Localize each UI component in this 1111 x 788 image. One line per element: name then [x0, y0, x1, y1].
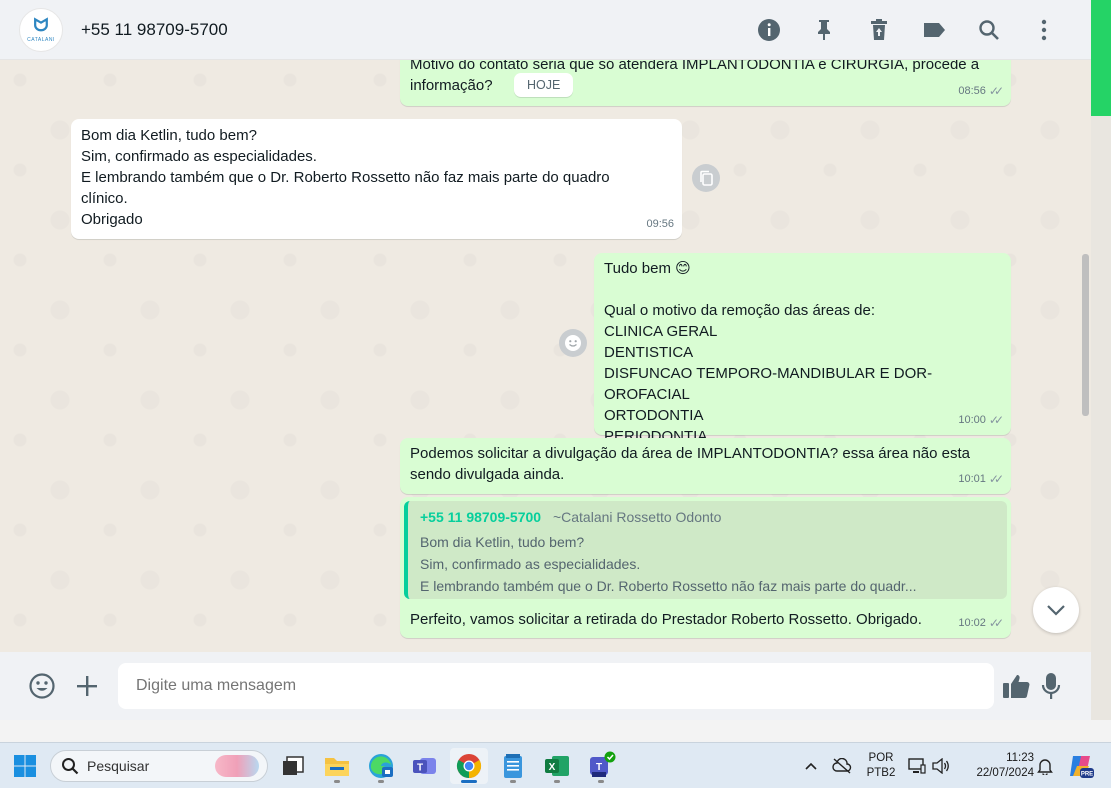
quote-push-name: ~Catalani Rossetto Odonto [552, 509, 722, 525]
message-text: Perfeito, vamos solicitar a retirada do … [410, 611, 922, 628]
notification-bell-icon[interactable] [1034, 748, 1056, 784]
window-accent-strip [1091, 0, 1111, 116]
message-text: Bom dia Ketlin, tudo bem? Sim, confirmad… [81, 127, 610, 228]
message-meta: 08:56 ✓✓ [958, 81, 1004, 102]
quote-header: +55 11 98709-5700 ~Catalani Rossetto Odo… [420, 507, 995, 528]
cloud-offline-icon[interactable] [830, 748, 854, 784]
tooth-logo-icon: ᗢ [33, 14, 49, 36]
search-label: Pesquisar [87, 758, 150, 774]
quote-line: Sim, confirmado as especialidades. [420, 556, 641, 572]
date-divider: HOJE [514, 73, 574, 97]
network-icon[interactable] [906, 748, 928, 784]
microphone-icon[interactable] [1031, 666, 1071, 706]
message-outgoing[interactable]: Podemos solicitar a divulgação da área d… [400, 438, 1011, 494]
file-explorer-icon[interactable] [321, 748, 353, 784]
message-list[interactable]: Motivo do contato seria que só atenderá … [0, 60, 1091, 652]
app-running-indicator [510, 780, 516, 783]
label-icon[interactable] [906, 0, 961, 60]
double-check-icon: ✓✓ [988, 413, 1004, 427]
message-outgoing[interactable]: Motivo do contato seria que só atenderá … [400, 60, 1011, 106]
keyboard-language[interactable]: POR PTB2 [862, 751, 900, 781]
menu-icon[interactable] [1016, 0, 1071, 60]
app-running-indicator [598, 780, 604, 783]
quoted-message[interactable]: +55 11 98709-5700 ~Catalani Rossetto Odo… [404, 501, 1007, 599]
attach-plus-icon[interactable] [67, 666, 107, 706]
message-meta: 10:00 ✓✓ [958, 410, 1004, 431]
language-label: POR [868, 752, 894, 764]
window-gutter [1091, 116, 1111, 720]
message-text: Podemos solicitar a divulgação da área d… [410, 445, 971, 483]
window-bottom-edge [0, 720, 1111, 742]
chat-header: ᗢ CATALANI +55 11 98709-5700 [0, 0, 1091, 60]
avatar-logo-text: CATALANI [27, 36, 55, 43]
taskbar-search[interactable]: Pesquisar [50, 750, 268, 782]
message-time: 10:02 [958, 617, 986, 629]
search-highlight-icon [215, 755, 259, 777]
chevron-up-icon[interactable] [800, 748, 822, 784]
start-windows-icon[interactable] [10, 748, 40, 784]
header-actions [741, 0, 1071, 60]
message-input[interactable] [118, 663, 994, 709]
svg-text:X: X [549, 762, 556, 773]
clock-date: 22/07/2024 [976, 767, 1034, 779]
quote-sender: +55 11 98709-5700 [420, 509, 542, 525]
svg-text:PRE: PRE [1081, 772, 1093, 778]
message-text: Tudo bem 😊 Qual o motivo da remoção das … [604, 260, 933, 445]
thumbs-up-icon[interactable] [996, 666, 1036, 706]
chrome-icon[interactable] [450, 748, 488, 784]
app-running-indicator [554, 780, 560, 783]
keyboard-layout-label: PTB2 [866, 767, 896, 779]
info-icon[interactable] [741, 0, 796, 60]
quote-line: E lembrando também que o Dr. Roberto Ros… [420, 578, 917, 594]
contact-avatar[interactable]: ᗢ CATALANI [19, 7, 63, 52]
svg-text:T: T [417, 763, 423, 774]
message-incoming[interactable]: Bom dia Ketlin, tudo bem? Sim, confirmad… [71, 119, 682, 239]
double-check-icon: ✓✓ [988, 472, 1004, 486]
copilot-icon[interactable]: PRE [1064, 748, 1098, 784]
pin-icon[interactable] [796, 0, 851, 60]
chat-scrollbar[interactable] [1082, 254, 1089, 416]
message-time: 10:00 [958, 414, 986, 426]
app-running-indicator [378, 780, 384, 783]
clock[interactable]: 11:23 22/07/2024 [962, 751, 1034, 781]
app-active-indicator [461, 780, 477, 783]
teams-classic-icon[interactable]: T [409, 748, 441, 784]
message-outgoing[interactable]: Tudo bem 😊 Qual o motivo da remoção das … [594, 253, 1011, 445]
message-meta: 09:56 [646, 214, 674, 235]
chevron-down-icon [1047, 605, 1065, 616]
message-meta: 10:01 ✓✓ [958, 469, 1004, 490]
message-outgoing-reply[interactable]: +55 11 98709-5700 ~Catalani Rossetto Odo… [400, 497, 1011, 638]
react-emoji-icon[interactable] [559, 329, 587, 357]
search-icon[interactable] [961, 0, 1016, 60]
compose-bar [0, 652, 1091, 720]
emoji-icon[interactable] [22, 666, 62, 706]
message-time: 09:56 [646, 218, 674, 230]
app-running-indicator [334, 780, 340, 783]
message-time: 10:01 [958, 473, 986, 485]
copy-icon[interactable] [692, 164, 720, 192]
quote-line: Bom dia Ketlin, tudo bem? [420, 534, 585, 550]
task-view-icon[interactable] [278, 748, 308, 784]
message-meta: 10:02 ✓✓ [958, 613, 1004, 634]
windows-taskbar: Pesquisar T X T POR PTB2 11:23 22/07/202… [0, 742, 1111, 788]
edge-icon[interactable] [365, 748, 397, 784]
scroll-down-button[interactable] [1033, 587, 1079, 633]
volume-icon[interactable] [930, 748, 952, 784]
notepad-icon[interactable] [497, 748, 529, 784]
clock-time: 11:23 [1006, 752, 1034, 764]
double-check-icon: ✓✓ [988, 84, 1004, 98]
teams-new-icon[interactable]: T [584, 748, 618, 784]
contact-name[interactable]: +55 11 98709-5700 [81, 20, 228, 40]
delete-icon[interactable] [851, 0, 906, 60]
double-check-icon: ✓✓ [988, 616, 1004, 630]
excel-icon[interactable]: X [541, 748, 573, 784]
message-time: 08:56 [958, 85, 986, 97]
search-icon [62, 758, 79, 775]
svg-text:T: T [596, 762, 602, 773]
message-text: Motivo do contato seria que só atenderá … [410, 60, 980, 94]
